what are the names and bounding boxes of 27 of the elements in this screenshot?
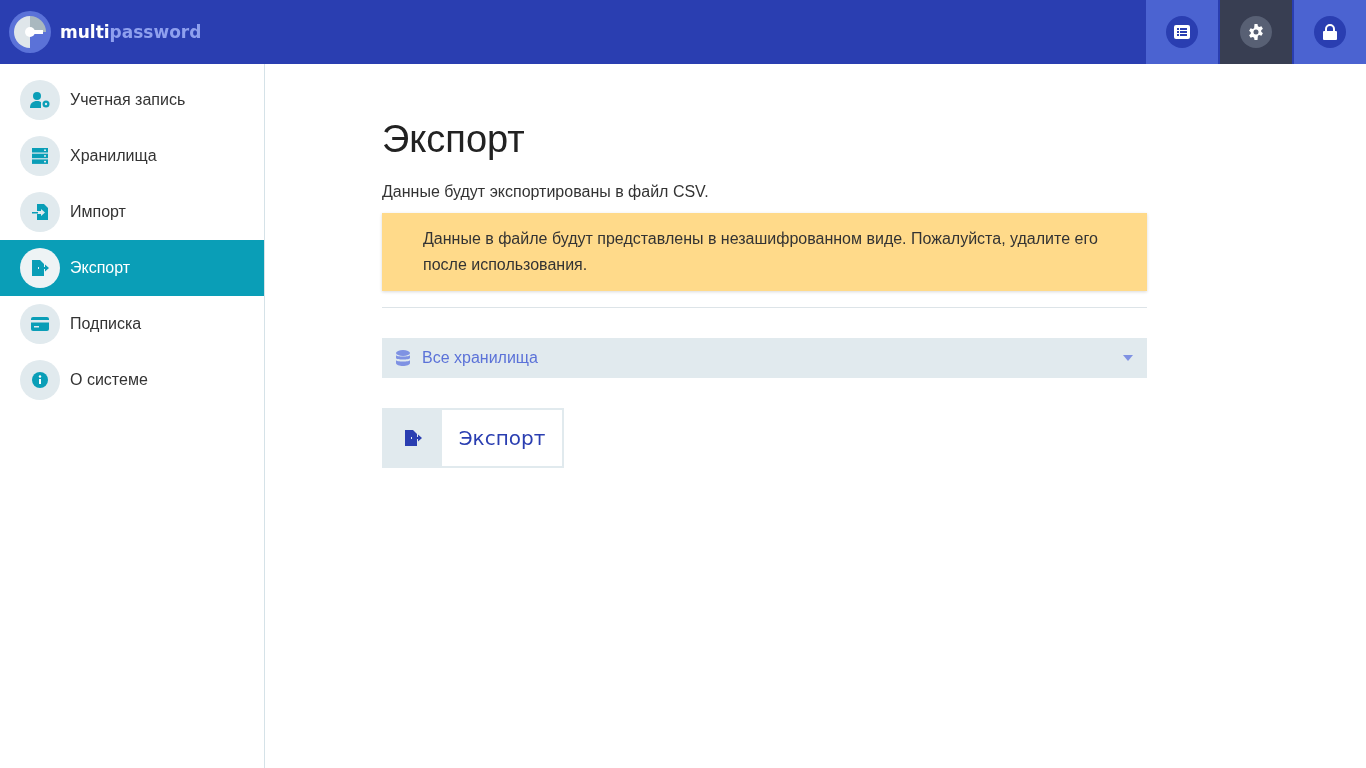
server-icon <box>32 148 48 164</box>
vault-select[interactable]: Все хранилища <box>382 338 1147 378</box>
description-text: Данные будут экспортированы в файл CSV. <box>382 183 710 201</box>
settings-button[interactable] <box>1220 0 1292 64</box>
sidebar-item[interactable]: О системе <box>0 352 264 408</box>
warning-message: Данные в файле будут представлены в незашифрованном виде. Пожалуйста, удалите его после использования. <box>382 213 1147 291</box>
file-export-icon <box>31 259 49 277</box>
sidebar-item[interactable]: Хранилища <box>0 128 264 184</box>
sidebar-item[interactable]: Учетная запись <box>0 72 264 128</box>
file-import-icon <box>31 203 49 221</box>
list-button[interactable] <box>1146 0 1218 64</box>
settings-icon <box>1248 24 1264 40</box>
credit-card-icon <box>31 317 49 331</box>
file-export-icon <box>404 429 422 447</box>
list-icon <box>1174 25 1190 39</box>
lock-button[interactable] <box>1294 0 1366 64</box>
page-title: Экспорт <box>382 118 526 161</box>
caret-icon <box>1123 355 1133 361</box>
app-name: multipassword <box>60 22 202 42</box>
export-button[interactable]: Экспорт <box>382 408 564 468</box>
sidebar-item[interactable]: Подписка <box>0 296 264 352</box>
database-icon <box>396 350 410 366</box>
logo-icon <box>9 11 51 53</box>
sidebar-item[interactable]: Импорт <box>0 184 264 240</box>
user-gear-icon <box>30 92 50 108</box>
info-icon <box>32 372 48 388</box>
lock-icon <box>1323 24 1337 40</box>
